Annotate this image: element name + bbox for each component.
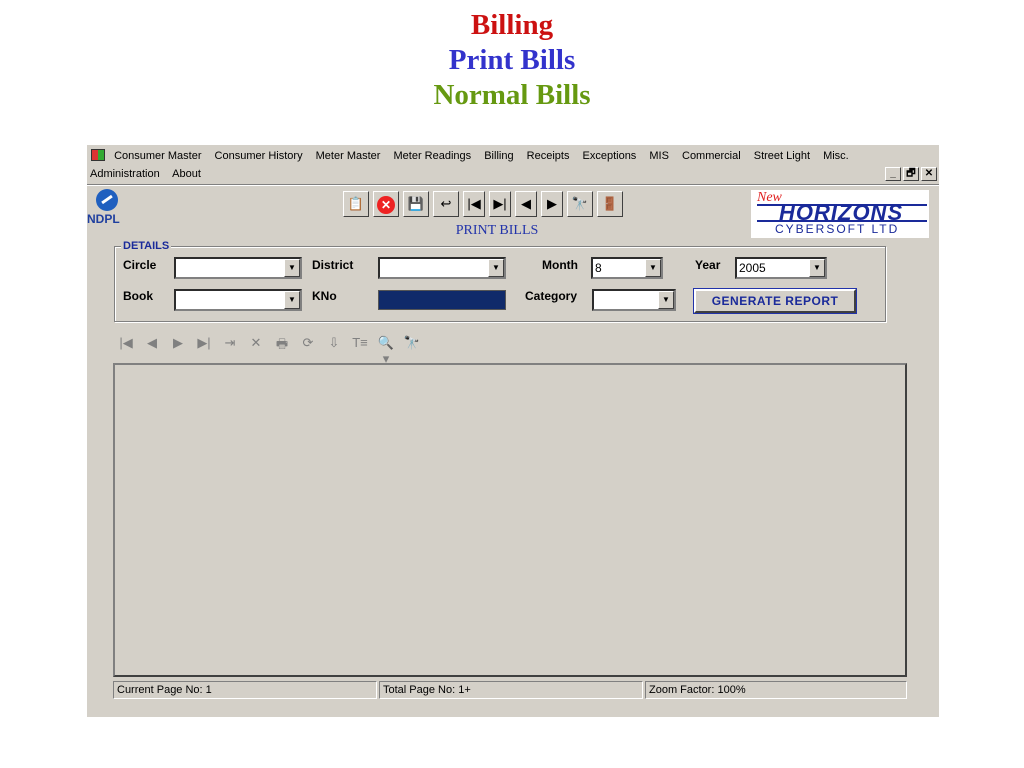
window-controls: _ 🗗 ✕ bbox=[885, 167, 937, 181]
menu-exceptions[interactable]: Exceptions bbox=[583, 150, 637, 162]
ndpl-logo-icon bbox=[96, 189, 118, 211]
chevron-down-icon: ▼ bbox=[284, 291, 300, 309]
generate-report-button[interactable]: GENERATE REPORT bbox=[693, 288, 857, 314]
menu-mis[interactable]: MIS bbox=[649, 150, 669, 162]
circle-select[interactable]: ▼ bbox=[174, 257, 302, 279]
details-legend: DETAILS bbox=[121, 240, 172, 252]
last-record-icon[interactable]: ▶| bbox=[489, 191, 511, 217]
save-icon[interactable]: 💾 bbox=[403, 191, 429, 217]
year-value: 2005 bbox=[739, 261, 766, 275]
app-icon bbox=[91, 149, 105, 161]
close-report-button[interactable]: ✕ bbox=[373, 191, 399, 217]
district-select[interactable]: ▼ bbox=[378, 257, 506, 279]
report-icon[interactable]: 📋 bbox=[343, 191, 369, 217]
menu-separator bbox=[87, 184, 939, 186]
kno-input[interactable] bbox=[378, 290, 506, 310]
main-toolbar: 📋 ✕ 💾 ↩ |◀ ▶| ◀ ▶ 🔭 🚪 bbox=[343, 191, 623, 217]
menu-administration[interactable]: Administration bbox=[90, 168, 160, 180]
chevron-down-icon: ▼ bbox=[809, 259, 825, 277]
ndpl-logo-text: NDPL bbox=[87, 212, 120, 226]
close-button[interactable]: ✕ bbox=[921, 167, 937, 181]
category-label: Category bbox=[525, 289, 578, 303]
menu-commercial[interactable]: Commercial bbox=[682, 150, 741, 162]
chevron-down-icon: ▼ bbox=[284, 259, 300, 277]
find-icon[interactable]: 🔭 bbox=[567, 191, 593, 217]
menu-misc[interactable]: Misc. bbox=[823, 150, 849, 162]
year-label: Year bbox=[695, 258, 721, 272]
menu-row-2: Administration About bbox=[90, 168, 211, 180]
form-heading: PRINT BILLS bbox=[455, 223, 539, 238]
first-record-icon[interactable]: |◀ bbox=[463, 191, 485, 217]
circle-label: Circle bbox=[123, 258, 157, 272]
horizons-logo-sub: CYBERSOFT LTD bbox=[775, 222, 900, 236]
month-select[interactable]: 8 ▼ bbox=[591, 257, 663, 279]
horizons-logo: New HORIZONS CYBERSOFT LTD bbox=[751, 190, 929, 238]
chevron-down-icon: ▼ bbox=[488, 259, 504, 277]
status-current-page: Current Page No: 1 bbox=[113, 681, 377, 699]
ndpl-logo: NDPL bbox=[87, 189, 129, 229]
book-select[interactable]: ▼ bbox=[174, 289, 302, 311]
category-select[interactable]: ▼ bbox=[592, 289, 676, 311]
month-value: 8 bbox=[595, 261, 602, 275]
report-viewer-area[interactable] bbox=[113, 363, 907, 677]
status-zoom: Zoom Factor: 100% bbox=[645, 681, 907, 699]
month-label: Month bbox=[542, 258, 578, 272]
menu-meter-master[interactable]: Meter Master bbox=[316, 150, 381, 162]
status-total-page: Total Page No: 1+ bbox=[379, 681, 643, 699]
details-groupbox: DETAILS Circle ▼ District ▼ Month 8 ▼ Ye… bbox=[114, 240, 886, 322]
menu-consumer-master[interactable]: Consumer Master bbox=[114, 150, 201, 162]
restore-button[interactable]: 🗗 bbox=[903, 167, 919, 181]
menu-street-light[interactable]: Street Light bbox=[754, 150, 810, 162]
year-select[interactable]: 2005 ▼ bbox=[735, 257, 827, 279]
menu-receipts[interactable]: Receipts bbox=[527, 150, 570, 162]
slide-title-billing: Billing bbox=[470, 9, 554, 41]
chevron-down-icon: ▼ bbox=[645, 259, 661, 277]
kno-label: KNo bbox=[312, 289, 337, 303]
minimize-button[interactable]: _ bbox=[885, 167, 901, 181]
chevron-down-icon: ▼ bbox=[658, 291, 674, 309]
menu-meter-readings[interactable]: Meter Readings bbox=[394, 150, 472, 162]
district-label: District bbox=[312, 258, 354, 272]
menu-about[interactable]: About bbox=[172, 168, 201, 180]
menu-billing[interactable]: Billing bbox=[484, 150, 513, 162]
exit-icon[interactable]: 🚪 bbox=[597, 191, 623, 217]
menu-consumer-history[interactable]: Consumer History bbox=[215, 150, 303, 162]
slide-title-normal-bills: Normal Bills bbox=[433, 79, 591, 111]
slide-title-print-bills: Print Bills bbox=[448, 44, 576, 76]
app-window: Consumer Master Consumer History Meter M… bbox=[87, 145, 939, 717]
book-label: Book bbox=[123, 289, 153, 303]
status-bar: Current Page No: 1 Total Page No: 1+ Zoo… bbox=[113, 681, 907, 699]
close-icon: ✕ bbox=[377, 195, 395, 214]
prev-record-icon[interactable]: ◀ bbox=[515, 191, 537, 217]
menu-row-1: Consumer Master Consumer History Meter M… bbox=[91, 149, 859, 162]
undo-icon[interactable]: ↩ bbox=[433, 191, 459, 217]
menubar: Consumer Master Consumer History Meter M… bbox=[87, 145, 939, 186]
next-record-icon[interactable]: ▶ bbox=[541, 191, 563, 217]
